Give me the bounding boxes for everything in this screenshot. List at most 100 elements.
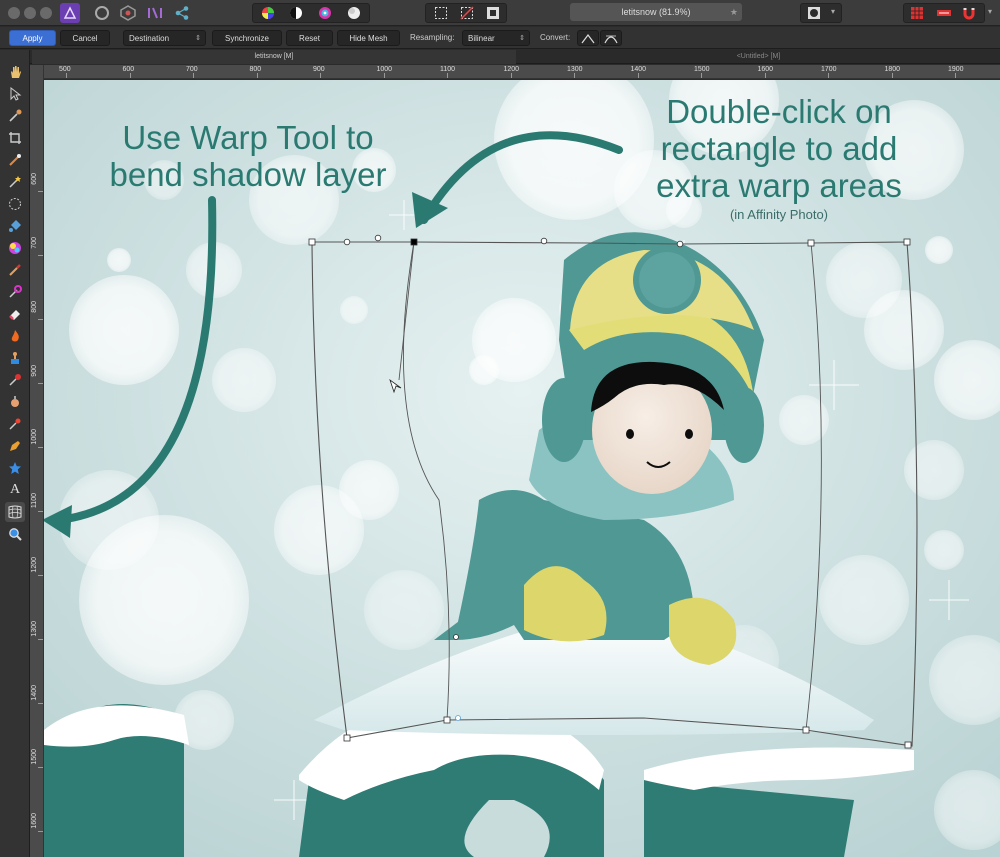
ruler-tick: [38, 575, 43, 576]
ruler-tick: [38, 255, 43, 256]
ruler-label: 1400: [31, 685, 38, 701]
marquee-selection-icon[interactable]: [431, 3, 451, 23]
annotation-right-line1: Double-click on: [666, 93, 892, 130]
window-close-button[interactable]: [8, 7, 20, 19]
develop-persona-icon[interactable]: [118, 3, 138, 23]
resampling-select[interactable]: Bilinear ⇕: [462, 30, 530, 46]
tone-mapping-persona-icon[interactable]: [145, 3, 165, 23]
annotation-right-note: (in Affinity Photo): [729, 206, 829, 222]
mesh-warp-tool-icon[interactable]: [5, 502, 25, 522]
dodge-brush-tool-icon[interactable]: [5, 282, 25, 302]
paint-brush-tool-icon[interactable]: [5, 260, 25, 280]
apply-button[interactable]: Apply: [9, 30, 56, 46]
annotation-left-line2: bend shadow layer: [109, 155, 387, 193]
horizontal-ruler[interactable]: 500 600 700 800 900 1000 1100 1200 1300 1400 1500 1…: [44, 65, 1000, 79]
document-title-field[interactable]: letitsnow (81.9%) ★: [570, 3, 742, 21]
ruler-tick: [574, 73, 575, 78]
white-balance-icon[interactable]: [344, 3, 364, 23]
ruler-label: 1900: [948, 66, 964, 73]
synchronize-button[interactable]: Synchronize: [212, 30, 282, 46]
source-select[interactable]: Destination ⇕: [123, 30, 206, 46]
ruler-label: 900: [313, 66, 325, 73]
ruler-label: 1700: [821, 66, 837, 73]
annotation-left: Use Warp Tool to bend shadow layer: [78, 119, 418, 194]
ruler-tick: [256, 73, 258, 78]
ruler-label: 1100: [31, 493, 38, 509]
ruler-label: 700: [31, 237, 38, 249]
liquify-persona-icon[interactable]: [92, 3, 112, 23]
document-canvas[interactable]: Use Warp Tool to bend shadow layer Doubl…: [44, 80, 1000, 857]
ruler-label: 700: [186, 66, 198, 73]
annotation-right-line2: rectangle to add: [660, 129, 898, 167]
ruler-tick: [891, 73, 893, 78]
mode-dropdown[interactable]: ▾: [800, 3, 842, 23]
shape-tool-star-icon[interactable]: [5, 458, 25, 478]
clone-brush-tool-icon[interactable]: [5, 348, 25, 368]
chevron-down-icon[interactable]: ▾: [988, 7, 992, 16]
deselect-icon[interactable]: [457, 3, 477, 23]
guides-snap-icon[interactable]: [934, 3, 954, 23]
blemish-removal-tool-icon[interactable]: [5, 370, 25, 390]
ruler-label: 1200: [503, 66, 520, 73]
invert-selection-icon[interactable]: [483, 3, 503, 23]
view-tool-hand-icon[interactable]: [5, 62, 25, 82]
flood-select-tool-icon[interactable]: [5, 172, 25, 192]
convert-sharp-button[interactable]: [577, 30, 599, 46]
tab-untitled[interactable]: <Untitled> [M]: [517, 50, 1000, 64]
ruler-label: 600: [31, 173, 38, 185]
export-persona-icon[interactable]: [172, 3, 192, 23]
ruler-tick: [66, 73, 67, 78]
cancel-button[interactable]: Cancel: [60, 30, 110, 46]
text-tool-icon[interactable]: A: [5, 480, 25, 500]
hsl-icon[interactable]: [315, 3, 335, 23]
affinity-photo-logo-icon[interactable]: [60, 3, 80, 23]
color-picker-tool-icon[interactable]: [5, 106, 25, 126]
hide-mesh-button[interactable]: Hide Mesh: [337, 30, 400, 46]
color-wheel-icon[interactable]: [258, 3, 278, 23]
convert-smooth-button[interactable]: [600, 30, 622, 46]
erase-brush-tool-icon[interactable]: [5, 304, 25, 324]
ruler-tick: [38, 703, 43, 704]
circle-mask-icon: [804, 3, 824, 23]
zoom-tool-magnifier-icon[interactable]: [5, 524, 25, 544]
vertical-ruler[interactable]: 600 700 800 900 1000 1100 1200 1300 1400 1500 1600: [30, 65, 44, 857]
levels-icon[interactable]: [286, 3, 306, 23]
marquee-tool-icon[interactable]: [5, 194, 25, 214]
grid-snap-icon[interactable]: [907, 3, 927, 23]
move-tool-icon[interactable]: [5, 84, 25, 104]
ruler-tick: [383, 73, 385, 78]
pen-tool-icon[interactable]: [5, 436, 25, 456]
ruler-label: 1600: [757, 66, 774, 73]
ruler-tick: [38, 447, 43, 448]
reset-button[interactable]: Reset: [286, 30, 333, 46]
ruler-tick: [38, 319, 43, 320]
smudge-brush-tool-icon[interactable]: [5, 392, 25, 412]
ruler-label: 1400: [630, 66, 647, 73]
ruler-tick: [129, 73, 131, 78]
window-minimize-button[interactable]: [24, 7, 36, 19]
ruler-tick: [955, 73, 956, 78]
ruler-tick: [38, 511, 43, 512]
ruler-label: 1600: [31, 813, 38, 829]
star-icon[interactable]: ★: [730, 3, 738, 21]
gradient-tool-icon[interactable]: [5, 238, 25, 258]
crop-tool-icon[interactable]: [5, 128, 25, 148]
sharp-node-icon: [581, 34, 595, 44]
tab-letitsnow[interactable]: letitsnow [M]: [32, 50, 516, 64]
flood-fill-tool-icon[interactable]: [5, 216, 25, 236]
window-zoom-button[interactable]: [40, 7, 52, 19]
source-select-value: Destination: [129, 34, 170, 43]
ruler-tick: [701, 73, 702, 78]
annotation-right-line3: extra warp areas: [656, 166, 902, 204]
burn-brush-tool-icon[interactable]: [5, 326, 25, 346]
selection-brush-tool-icon[interactable]: [5, 150, 25, 170]
snapping-group: [903, 3, 985, 23]
ruler-label: 600: [122, 66, 135, 73]
ruler-tick: [637, 73, 639, 78]
annotation-right: Double-click on rectangle to add extra w…: [624, 93, 934, 222]
magnet-snapping-icon[interactable]: [959, 3, 979, 23]
ruler-label: 1500: [31, 749, 38, 765]
ruler-tick: [193, 73, 194, 78]
red-eye-tool-icon[interactable]: [5, 414, 25, 434]
convert-label: Convert:: [540, 33, 571, 42]
